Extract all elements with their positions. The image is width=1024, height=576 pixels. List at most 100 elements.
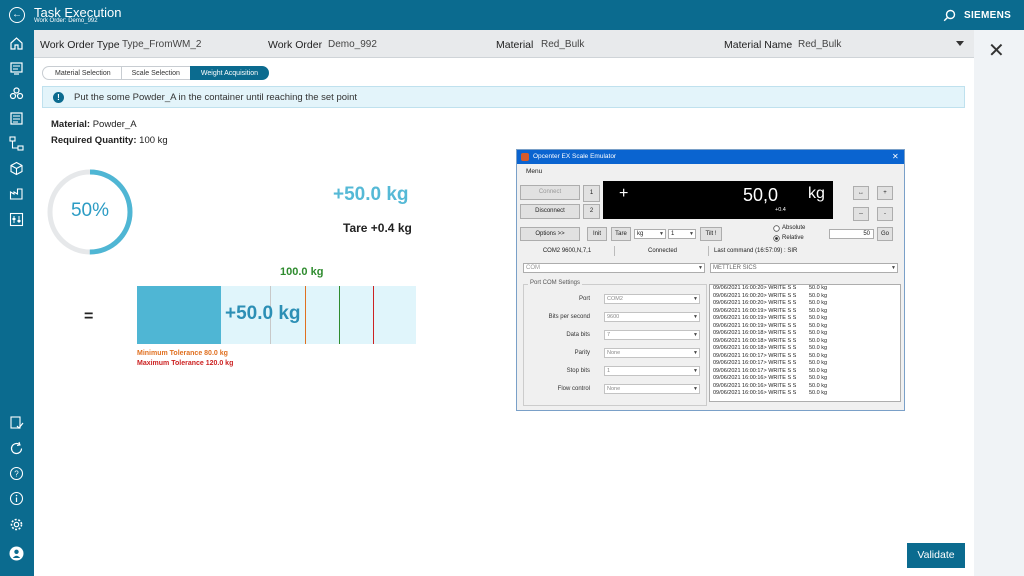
go-value-input[interactable]: 50 — [829, 229, 874, 239]
back-arrow-icon[interactable]: ← — [9, 7, 25, 23]
log-row: 09/06/2021 16:00:17> WRITE S S 50.0 kg — [710, 368, 900, 376]
log-entry: 09/06/2021 16:00:18> WRITE S S — [713, 345, 797, 351]
setpoint-label: 100.0 kg — [280, 266, 324, 278]
checklist-icon[interactable] — [9, 415, 24, 430]
command-log[interactable]: 09/06/2021 16:00:20> WRITE S S 50.0 kg 09/… — [709, 284, 901, 402]
step-scale-selection[interactable]: Scale Selection — [120, 66, 191, 80]
quantity-line: Required Quantity: 100 kg — [51, 135, 168, 146]
material-name-value: Red_Bulk — [798, 39, 842, 50]
emulator-titlebar[interactable]: Opcenter EX Scale Emulator ✕ — [517, 150, 904, 164]
step-weight-acquisition[interactable]: Weight Acquisition — [189, 66, 269, 80]
emulator-close-button[interactable]: ✕ — [892, 152, 899, 161]
log-row: 09/06/2021 16:00:16> WRITE S S 50.0 kg — [710, 375, 900, 383]
log-row: 09/06/2021 16:00:19> WRITE S S 50.0 kg — [710, 315, 900, 323]
search-icon[interactable] — [943, 9, 956, 22]
min-tolerance-text: Minimum Tolerance 80.0 kg — [137, 350, 228, 357]
minus-button[interactable]: - — [877, 207, 893, 221]
count-select[interactable]: 1 ▼ — [668, 229, 696, 239]
svg-text:?: ? — [14, 470, 19, 479]
init-button[interactable]: Init — [587, 227, 607, 241]
log-entry: 09/06/2021 16:00:17> WRITE S S — [713, 360, 797, 366]
log-entry: 09/06/2021 16:00:17> WRITE S S — [713, 367, 797, 374]
connect-button[interactable]: Connect — [520, 185, 580, 200]
com-select[interactable]: COM ▼ — [523, 263, 705, 273]
material-name-label: Material Name — [724, 39, 793, 51]
quantity-val: 100 kg — [139, 135, 168, 146]
plus-button[interactable]: + — [877, 186, 893, 200]
validate-button[interactable]: Validate — [907, 543, 965, 568]
factory-icon[interactable] — [9, 186, 24, 201]
package-icon[interactable] — [9, 161, 24, 176]
flow-control-select[interactable]: None ▼ — [604, 384, 700, 394]
close-icon[interactable]: ✕ — [988, 41, 1005, 61]
log-entry: 09/06/2021 16:00:16> WRITE S S — [713, 375, 797, 381]
workflow-icon[interactable] — [9, 136, 24, 151]
log-weight: 50.0 kg — [809, 382, 828, 389]
expand-chevron-icon[interactable] — [956, 41, 964, 46]
refresh-icon[interactable] — [9, 441, 24, 456]
log-row: 09/06/2021 16:00:18> WRITE S S 50.0 kg — [710, 330, 900, 338]
count-select-value: 1 — [671, 231, 675, 237]
data-bits-select[interactable]: 7 ▼ — [604, 330, 700, 340]
connection-status: Connected — [617, 246, 709, 256]
materials-icon[interactable] — [9, 86, 24, 101]
dropdown-arrow-icon: ▼ — [891, 265, 896, 271]
flow-control-label: Flow control — [557, 386, 590, 392]
go-button[interactable]: Go — [877, 227, 893, 241]
log-row: 09/06/2021 16:00:18> WRITE S S 50.0 kg — [710, 345, 900, 353]
log-entry: 09/06/2021 16:00:18> WRITE S S — [713, 330, 797, 336]
double-minus-button[interactable]: -- — [853, 207, 869, 221]
step-material-selection[interactable]: Material Selection — [42, 66, 122, 80]
log-weight: 50.0 kg — [809, 285, 828, 291]
channel-2-button[interactable]: 2 — [583, 204, 600, 219]
emulator-menu[interactable]: Menu — [526, 168, 542, 175]
info-icon: ! — [53, 92, 64, 103]
tilt-button[interactable]: Tilt ! — [700, 227, 722, 241]
wizard-steps: Material Selection Scale Selection Weigh… — [42, 66, 269, 80]
info-banner: ! Put the some Powder_A in the container… — [42, 86, 965, 108]
protocol-select[interactable]: METTLER SICS ▼ — [710, 263, 898, 273]
absolute-radio[interactable] — [773, 225, 780, 232]
tare-button[interactable]: Tare — [611, 227, 631, 241]
max-tolerance-marker — [373, 286, 374, 344]
info-icon[interactable] — [9, 491, 24, 506]
resize-button[interactable]: ↔ — [853, 186, 869, 200]
stop-bits-select[interactable]: 1 ▼ — [604, 366, 700, 376]
dropdown-arrow-icon: ▼ — [693, 350, 698, 356]
work-order-label: Work Order — [268, 39, 323, 51]
home-icon[interactable] — [9, 36, 24, 51]
help-icon[interactable]: ? — [9, 466, 24, 481]
stop-bits-label: Stop bits — [566, 368, 590, 374]
dropdown-arrow-icon: ▼ — [689, 231, 694, 237]
options-button[interactable]: Options >> — [520, 227, 580, 241]
left-nav: ? — [0, 30, 34, 576]
app-header: ← Task Execution Work Order: Demo_992 SI… — [0, 0, 1024, 30]
log-entry: 09/06/2021 16:00:17> WRITE S S — [713, 352, 797, 359]
unit-select[interactable]: kg ▼ — [634, 229, 666, 239]
channel-1-button[interactable]: 1 — [583, 185, 600, 202]
sliders-icon[interactable] — [9, 212, 24, 227]
log-entry: 09/06/2021 16:00:20> WRITE S S — [713, 285, 797, 291]
log-weight: 50.0 kg — [809, 352, 828, 359]
relative-radio[interactable] — [773, 235, 780, 242]
current-weight: +50.0 kg — [333, 184, 409, 205]
data-bits-value: 7 — [607, 332, 611, 338]
log-weight: 50.0 kg — [809, 367, 828, 374]
list-icon[interactable] — [9, 111, 24, 126]
disconnect-button[interactable]: Disconnect — [520, 204, 580, 219]
stop-bits-value: 1 — [607, 368, 611, 374]
log-row: 09/06/2021 16:00:17> WRITE S S 50.0 kg — [710, 353, 900, 361]
report-icon[interactable] — [9, 61, 24, 76]
dropdown-arrow-icon: ▼ — [693, 296, 698, 302]
log-row: 09/06/2021 16:00:16> WRITE S S 50.0 kg — [710, 390, 900, 398]
relative-label: Relative — [782, 235, 804, 241]
settings-icon[interactable] — [9, 517, 24, 532]
bps-select[interactable]: 9600 ▼ — [604, 312, 700, 322]
port-select[interactable]: COM2 ▼ — [604, 294, 700, 304]
com-select-value: COM — [526, 265, 540, 271]
page-subtitle: Work Order: Demo_992 — [34, 18, 98, 24]
log-entry: 09/06/2021 16:00:16> WRITE S S — [713, 382, 797, 389]
parity-select[interactable]: None ▼ — [604, 348, 700, 358]
user-icon[interactable] — [9, 546, 24, 561]
log-weight: 50.0 kg — [809, 300, 828, 306]
